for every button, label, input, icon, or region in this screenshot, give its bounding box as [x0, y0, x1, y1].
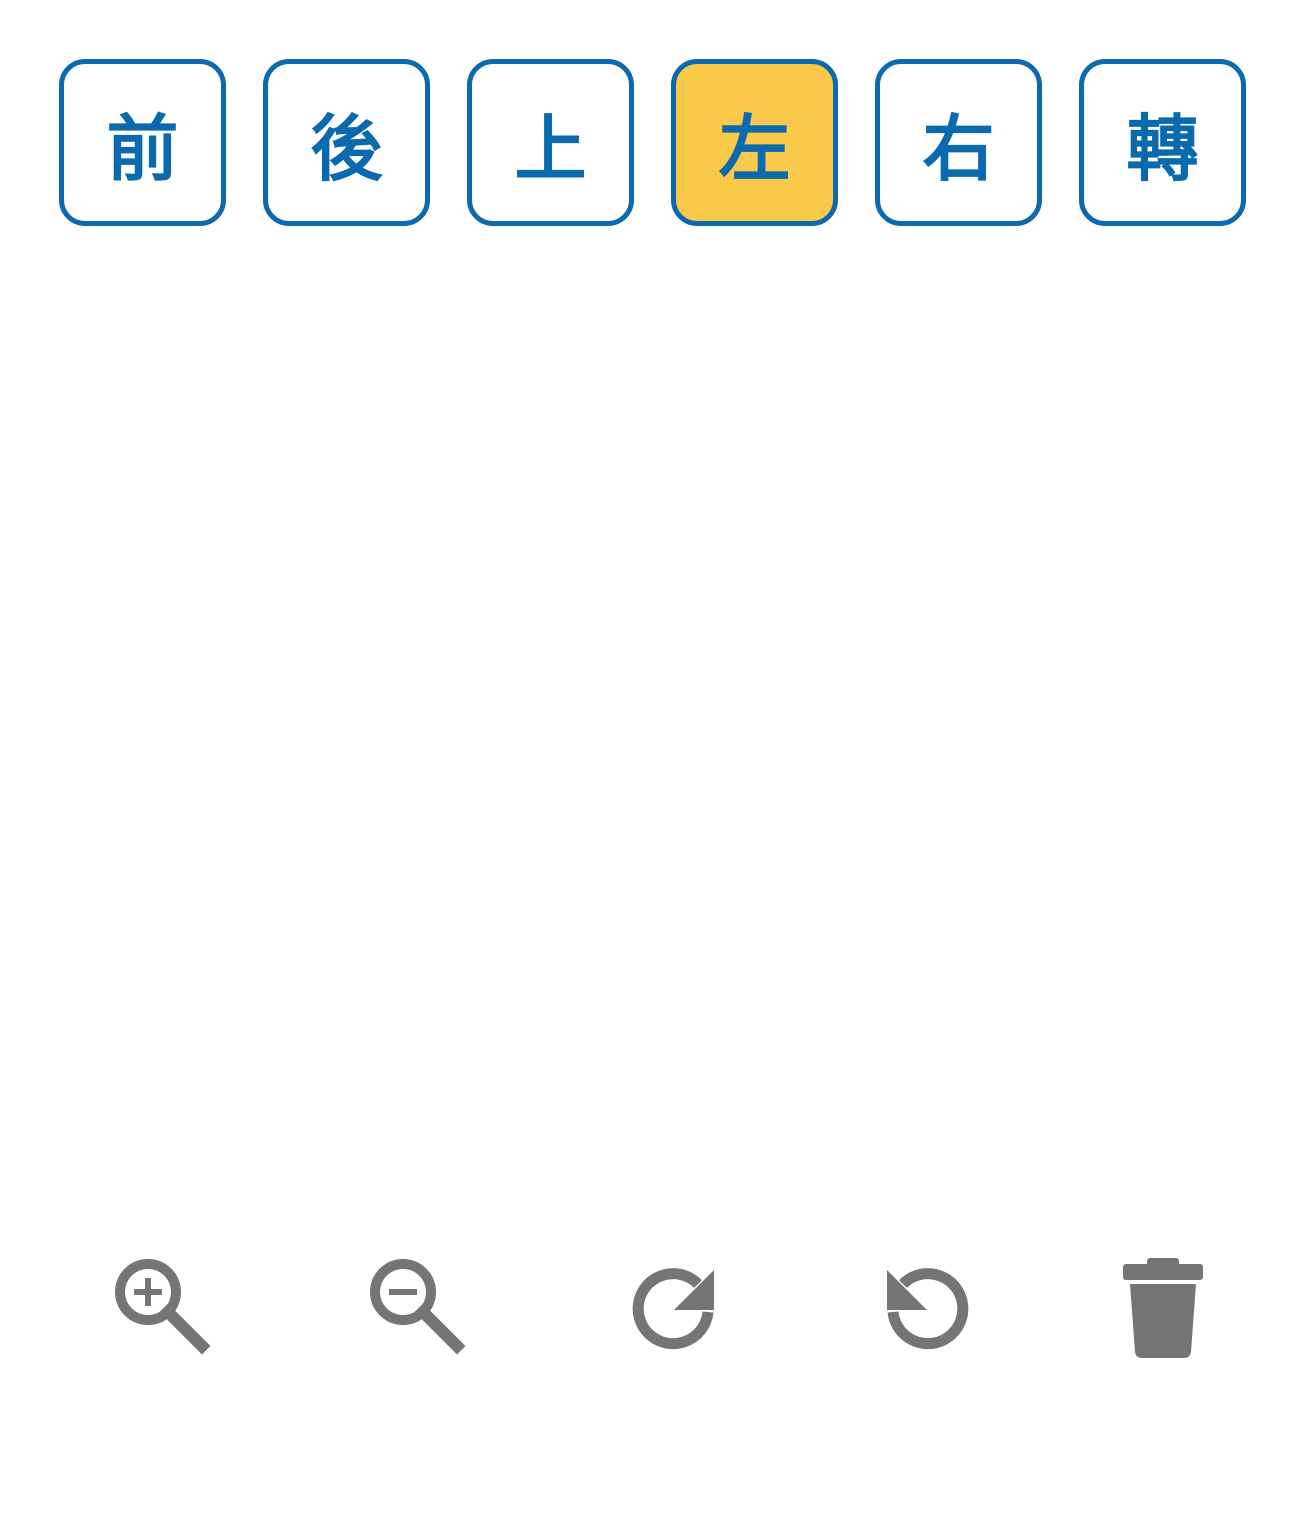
view-front-label: 前 [106, 106, 179, 191]
view-left-label: 左 [718, 106, 791, 191]
view-right-button[interactable]: 右 [875, 59, 1042, 226]
workspace-canvas[interactable] [0, 240, 1305, 1230]
zoom-out-button[interactable] [361, 1250, 471, 1360]
view-top-label: 上 [514, 106, 587, 191]
bottom-toolbar [0, 1240, 1305, 1370]
view-toolbar: 前 後 上 左 右 轉 [0, 0, 1305, 240]
zoom-in-button[interactable] [106, 1250, 216, 1360]
view-back-button[interactable]: 後 [263, 59, 430, 226]
rotate-counterclockwise-button[interactable] [873, 1250, 983, 1360]
view-right-label: 右 [922, 106, 995, 191]
trash-icon [1123, 1258, 1203, 1358]
view-front-button[interactable]: 前 [59, 59, 226, 226]
view-rotate-button[interactable]: 轉 [1079, 59, 1246, 226]
zoom-out-icon [370, 1259, 466, 1355]
rotate-clockwise-button[interactable] [618, 1250, 728, 1360]
rotate-clockwise-icon [632, 1268, 714, 1350]
view-back-label: 後 [310, 106, 383, 191]
view-rotate-label: 轉 [1126, 106, 1199, 191]
view-left-button[interactable]: 左 [671, 59, 838, 226]
view-top-button[interactable]: 上 [467, 59, 634, 226]
rotate-counterclockwise-icon [887, 1268, 969, 1350]
zoom-in-icon [115, 1259, 211, 1355]
delete-button[interactable] [1108, 1250, 1218, 1360]
